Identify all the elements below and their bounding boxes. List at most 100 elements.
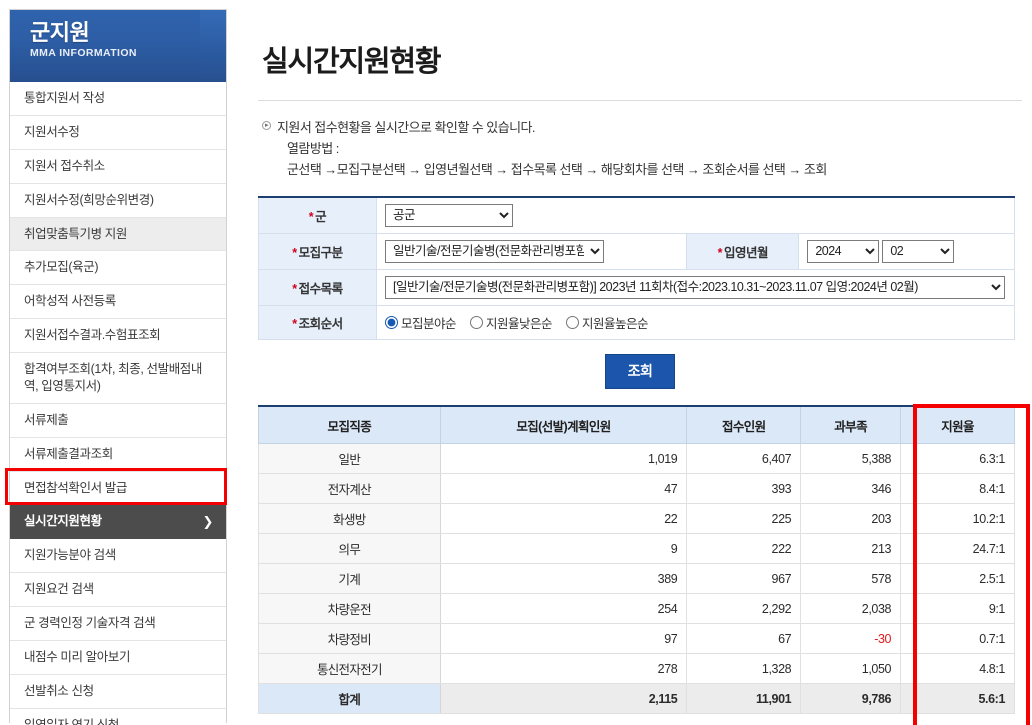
sidebar-item-5[interactable]: 추가모집(육군) <box>10 251 226 285</box>
cell-job: 화생방 <box>259 504 441 534</box>
sort-order-radio-0[interactable] <box>385 316 398 329</box>
cell-received: 225 <box>687 504 801 534</box>
label-receipt-list-text: 접수목록 <box>299 282 343 296</box>
results-header-0: 모집직종 <box>259 406 441 444</box>
sidebar-item-2[interactable]: 지원서 접수취소 <box>10 150 226 184</box>
receipt-list-select[interactable]: [일반기술/전문기술병(전문화관리병포함)] 2023년 11회차(접수:202… <box>385 276 1005 299</box>
cell-received: 6,407 <box>687 444 801 474</box>
sidebar-item-13[interactable]: 지원가능분야 검색 <box>10 539 226 573</box>
cell-received: 222 <box>687 534 801 564</box>
sidebar-item-9[interactable]: 서류제출 <box>10 404 226 438</box>
sidebar-item-label: 서류제출결과조회 <box>24 447 113 461</box>
sidebar-item-label: 면접참석확인서 발급 <box>24 481 127 495</box>
required-mark: * <box>292 282 296 296</box>
cell-over-short: -30 <box>801 624 901 654</box>
enlist-year-select[interactable]: 2024 <box>807 240 879 263</box>
results-header-4: 지원율 <box>901 406 1015 444</box>
search-form-table: *군 공군 *모집구분 일반기술/전문기술병(전문화관리병포함) *입영년월 <box>258 196 1015 340</box>
sort-order-option-0[interactable]: 모집분야순 <box>385 313 456 332</box>
sidebar-item-label: 선발취소 신청 <box>24 684 94 698</box>
cell-over-short: 213 <box>801 534 901 564</box>
sidebar-item-label: 어학성적 사전등록 <box>24 294 116 308</box>
brand-title: 군지원 <box>30 21 226 44</box>
sidebar-item-7[interactable]: 지원서접수결과.수험표조회 <box>10 319 226 353</box>
sidebar-item-14[interactable]: 지원요건 검색 <box>10 573 226 607</box>
results-row: 전자계산473933468.4:1 <box>259 474 1015 504</box>
sort-order-label: 지원율높은순 <box>582 313 648 332</box>
sort-order-radio-2[interactable] <box>566 316 579 329</box>
brand-subtitle: MMA INFORMATION <box>30 47 226 59</box>
main-content: 실시간지원현황 ▸ 지원서 접수현황을 실시간으로 확인할 수 있습니다. 열람… <box>248 0 1032 725</box>
results-row: 기계3899675782.5:1 <box>259 564 1015 594</box>
cell-over-short: 578 <box>801 564 901 594</box>
sidebar-item-label: 지원서수정(희망순위변경) <box>24 193 154 207</box>
results-table-wrap: 모집직종모집(선발)계획인원접수인원과부족지원율 일반1,0196,4075,3… <box>258 405 1018 715</box>
results-header-2: 접수인원 <box>687 406 801 444</box>
cell-over-short: 9,786 <box>801 684 901 714</box>
sidebar-item-label: 통합지원서 작성 <box>24 91 105 105</box>
results-table: 모집직종모집(선발)계획인원접수인원과부족지원율 일반1,0196,4075,3… <box>258 405 1015 715</box>
cell-rate: 2.5:1 <box>901 564 1015 594</box>
search-button[interactable]: 조회 <box>605 354 676 389</box>
enlist-month-select[interactable]: 02 <box>882 240 954 263</box>
category-select[interactable]: 일반기술/전문기술병(전문화관리병포함) <box>385 240 604 263</box>
required-mark: * <box>292 317 296 331</box>
sidebar-item-1[interactable]: 지원서수정 <box>10 116 226 150</box>
cell-received: 393 <box>687 474 801 504</box>
cell-plan: 278 <box>440 654 687 684</box>
sidebar-item-8[interactable]: 합격여부조회(1차, 최종, 선발배점내역, 입영통지서) <box>10 353 226 404</box>
results-row: 일반1,0196,4075,3886.3:1 <box>259 444 1015 474</box>
field-enlist-period: 2024 02 <box>799 233 1015 269</box>
cell-rate: 0.7:1 <box>901 624 1015 654</box>
field-sort-order: 모집분야순 지원율낮은순 지원율높은순 <box>377 305 1015 339</box>
sidebar-item-6[interactable]: 어학성적 사전등록 <box>10 285 226 319</box>
cell-job: 일반 <box>259 444 441 474</box>
label-branch: *군 <box>259 197 377 234</box>
sidebar-item-17[interactable]: 선발취소 신청 <box>10 675 226 709</box>
form-row-receipt-list: *접수목록 [일반기술/전문기술병(전문화관리병포함)] 2023년 11회차(… <box>259 269 1015 305</box>
sort-order-radio-group: 모집분야순 지원율낮은순 지원율높은순 <box>385 313 1006 332</box>
cell-plan: 389 <box>440 564 687 594</box>
search-button-row: 조회 <box>248 354 1032 389</box>
sidebar-item-16[interactable]: 내점수 미리 알아보기 <box>10 641 226 675</box>
sort-order-option-1[interactable]: 지원율낮은순 <box>470 313 552 332</box>
sidebar-item-4[interactable]: 취업맞춤특기병 지원 <box>10 218 226 252</box>
sidebar-item-11[interactable]: 면접참석확인서 발급 <box>10 472 226 506</box>
sidebar-nav: 통합지원서 작성지원서수정지원서 접수취소지원서수정(희망순위변경) 취업맞춤특기… <box>10 82 226 725</box>
page-title: 실시간지원현황 <box>248 19 1032 80</box>
branch-select[interactable]: 공군 <box>385 204 513 227</box>
sort-order-option-2[interactable]: 지원율높은순 <box>566 313 648 332</box>
label-category: *모집구분 <box>259 233 377 269</box>
sort-order-radio-1[interactable] <box>470 316 483 329</box>
bullet-arrow-icon: ▸ <box>262 121 271 130</box>
results-header-3: 과부족 <box>801 406 901 444</box>
sidebar-item-12[interactable]: 실시간지원현황❯ <box>10 505 226 539</box>
description-block: ▸ 지원서 접수현황을 실시간으로 확인할 수 있습니다. 열람방법 : 군선택… <box>248 101 1032 180</box>
results-row: 차량정비9767-300.7:1 <box>259 624 1015 654</box>
sidebar-item-18[interactable]: 입영일자 연기 신청 <box>10 709 226 725</box>
sidebar-item-0[interactable]: 통합지원서 작성 <box>10 82 226 116</box>
sidebar-item-10[interactable]: 서류제출결과조회 <box>10 438 226 472</box>
cell-job: 의무 <box>259 534 441 564</box>
sidebar-item-15[interactable]: 군 경력인정 기술자격 검색 <box>10 607 226 641</box>
results-header-1: 모집(선발)계획인원 <box>440 406 687 444</box>
sidebar: 군지원 MMA INFORMATION 통합지원서 작성지원서수정지원서 접수취… <box>9 9 227 723</box>
cell-rate: 6.3:1 <box>901 444 1015 474</box>
field-category: 일반기술/전문기술병(전문화관리병포함) <box>377 233 687 269</box>
results-row: 통신전자전기2781,3281,0504.8:1 <box>259 654 1015 684</box>
description-text-1: 지원서 접수현황을 실시간으로 확인할 수 있습니다. <box>277 120 535 135</box>
cell-rate: 5.6:1 <box>901 684 1015 714</box>
required-mark: * <box>292 246 296 260</box>
label-receipt-list: *접수목록 <box>259 269 377 305</box>
sidebar-item-3[interactable]: 지원서수정(희망순위변경) <box>10 184 226 218</box>
results-row: 차량운전2542,2922,0389:1 <box>259 594 1015 624</box>
cell-received: 67 <box>687 624 801 654</box>
sidebar-item-label: 지원서접수결과.수험표조회 <box>24 328 160 342</box>
required-mark: * <box>718 246 722 260</box>
sidebar-item-label: 지원서 접수취소 <box>24 159 105 173</box>
sidebar-item-label: 내점수 미리 알아보기 <box>24 650 130 664</box>
form-row-category: *모집구분 일반기술/전문기술병(전문화관리병포함) *입영년월 2024 02 <box>259 233 1015 269</box>
results-body: 일반1,0196,4075,3886.3:1전자계산473933468.4:1화… <box>259 444 1015 714</box>
cell-job: 통신전자전기 <box>259 654 441 684</box>
cell-job: 차량정비 <box>259 624 441 654</box>
